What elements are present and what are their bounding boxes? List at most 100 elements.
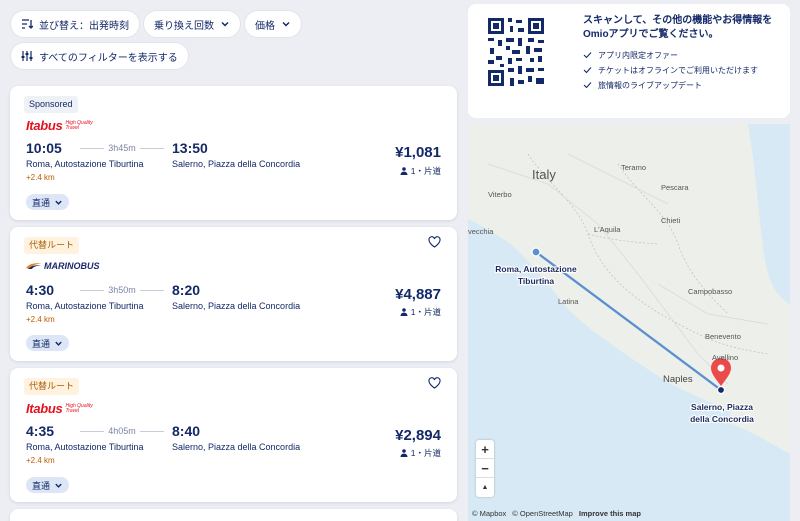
duration: 3h50m [80, 285, 164, 295]
destination-label: della Concordia [690, 414, 754, 424]
sort-icon [22, 19, 33, 29]
feature-text: 旅情報のライブアップデート [598, 81, 702, 90]
alternative-route-tag: 代替ルート [24, 237, 80, 254]
origin-label: Tiburtina [518, 276, 554, 286]
direct-label: 直通 [32, 480, 51, 491]
passenger-info: 1・片道 [400, 165, 441, 177]
map-pin-icon [711, 358, 731, 386]
price-filter-label: 価格 [255, 20, 275, 32]
duration: 3h45m [80, 143, 164, 153]
walk-distance: +2.4 km [26, 315, 55, 324]
list-item: 旅情報のライブアップデート [583, 80, 783, 91]
alternative-route-tag: 代替ルート [24, 378, 80, 395]
origin-marker [531, 247, 541, 257]
map-attribution: © Mapbox © OpenStreetMap Improve this ma… [472, 509, 641, 518]
itabus-logo: Itabus High Quality Travel [26, 401, 99, 416]
marinobus-logo: MARINOBUS [26, 261, 100, 271]
passenger-text: 1・片道 [410, 307, 441, 317]
destination-dot [716, 385, 726, 395]
place-label: Naples [663, 374, 693, 385]
list-item: アプリ内限定オファー [583, 50, 783, 61]
arrival-station: Salerno, Piazza della Concordia [172, 301, 301, 311]
person-icon [400, 308, 408, 316]
qr-code[interactable] [486, 16, 546, 88]
country-label: Italy [532, 167, 556, 182]
duration-text: 4h05m [108, 426, 136, 436]
origin-label: Roma, Autostazione [495, 264, 577, 274]
map-canvas[interactable]: Italy Teramo Pescara Viterbo L'Aquila Ch… [468, 124, 790, 521]
place-label: Pescara [661, 183, 689, 192]
direct-dropdown-button[interactable]: 直通 [26, 477, 70, 493]
direct-dropdown-button[interactable]: 直通 [26, 335, 70, 351]
passenger-text: 1・片道 [410, 166, 441, 176]
operator-name: Itabus [26, 401, 63, 416]
promo-title: スキャンして、その他の機能やお得情報をOmioアプリでご覧ください。 [583, 15, 773, 40]
compass-button[interactable]: ▲ [476, 478, 494, 497]
arrival-time: 13:50 [172, 140, 208, 156]
result-card[interactable]: Sponsored Itabus High Quality Travel 10:… [10, 86, 457, 220]
destination-label: Salerno, Piazza [691, 402, 753, 412]
place-label: Chieti [661, 216, 681, 225]
place-label: Benevento [705, 332, 741, 341]
route-map[interactable]: Italy Teramo Pescara Viterbo L'Aquila Ch… [468, 124, 790, 521]
departure-time: 10:05 [26, 140, 62, 156]
departure-station: Roma, Autostazione Tiburtina [26, 301, 144, 311]
feature-text: アプリ内限定オファー [598, 51, 678, 60]
compass-icon: ▲ [481, 484, 489, 491]
zoom-out-button[interactable]: − [476, 459, 494, 478]
arrival-station: Salerno, Piazza della Concordia [172, 442, 301, 452]
person-icon [400, 167, 408, 175]
place-label: L'Aquila [594, 225, 621, 234]
transfers-filter-chip[interactable]: 乗り換え回数 [143, 10, 241, 38]
zoom-in-button[interactable]: + [476, 440, 494, 459]
price: ¥4,887 [395, 286, 441, 303]
chevron-down-icon [55, 341, 62, 346]
sponsored-tag: Sponsored [24, 96, 78, 113]
duration-text: 3h50m [108, 285, 136, 295]
place-label: vecchia [468, 227, 494, 236]
place-label: Avellino [712, 353, 738, 362]
osm-attribution-link[interactable]: © OpenStreetMap [512, 509, 573, 518]
chevron-down-icon [221, 21, 229, 27]
person-icon [400, 449, 408, 457]
check-icon [583, 52, 592, 59]
duration-text: 3h45m [108, 143, 136, 153]
result-card[interactable]: 代替ルート Itabus High Quality Travel 4:35 4h… [10, 368, 457, 502]
price: ¥1,081 [395, 144, 441, 161]
chevron-down-icon [282, 21, 290, 27]
heart-icon[interactable] [428, 236, 441, 248]
price-filter-chip[interactable]: 価格 [244, 10, 302, 38]
passenger-info: 1・片道 [400, 447, 441, 459]
sort-filter-chip[interactable]: 並び替え：出発時刻 [10, 10, 140, 38]
result-card[interactable] [10, 509, 457, 521]
sliders-icon [21, 51, 33, 61]
chevron-down-icon [55, 200, 62, 205]
price: ¥2,894 [395, 427, 441, 444]
map-zoom-controls: + − ▲ [476, 440, 494, 497]
promo-feature-list: アプリ内限定オファー チケットはオフラインでご利用いただけます 旅情報のライブア… [583, 50, 783, 95]
chevron-down-icon [55, 483, 62, 488]
operator-tagline: High Quality Travel [65, 402, 93, 414]
passenger-info: 1・片道 [400, 306, 441, 318]
sort-filter-label: 並び替え：出発時刻 [39, 20, 129, 32]
mapbox-attribution-link[interactable]: © Mapbox [472, 509, 506, 518]
arrival-time: 8:20 [172, 282, 201, 298]
marinobus-wave-icon [26, 263, 42, 269]
place-label: Campobasso [688, 287, 732, 296]
all-filters-label: すべてのフィルターを表示する [39, 52, 178, 64]
check-icon [583, 82, 592, 89]
departure-time: 4:30 [26, 282, 55, 298]
place-label: Teramo [621, 163, 646, 172]
passenger-text: 1・片道 [410, 448, 441, 458]
result-card[interactable]: 代替ルート MARINOBUS 4:30 3h50m 8:20 Roma, Au… [10, 227, 457, 361]
arrival-time: 8:40 [172, 423, 201, 439]
direct-label: 直通 [32, 338, 51, 349]
heart-icon[interactable] [428, 377, 441, 389]
walk-distance: +2.4 km [26, 456, 55, 465]
operator-name: Itabus [26, 118, 63, 133]
direct-dropdown-button[interactable]: 直通 [26, 194, 70, 210]
walk-distance: +2.4 km [26, 173, 55, 182]
all-filters-button[interactable]: すべてのフィルターを表示する [10, 42, 189, 70]
check-icon [583, 67, 592, 74]
improve-map-link[interactable]: Improve this map [579, 509, 641, 518]
